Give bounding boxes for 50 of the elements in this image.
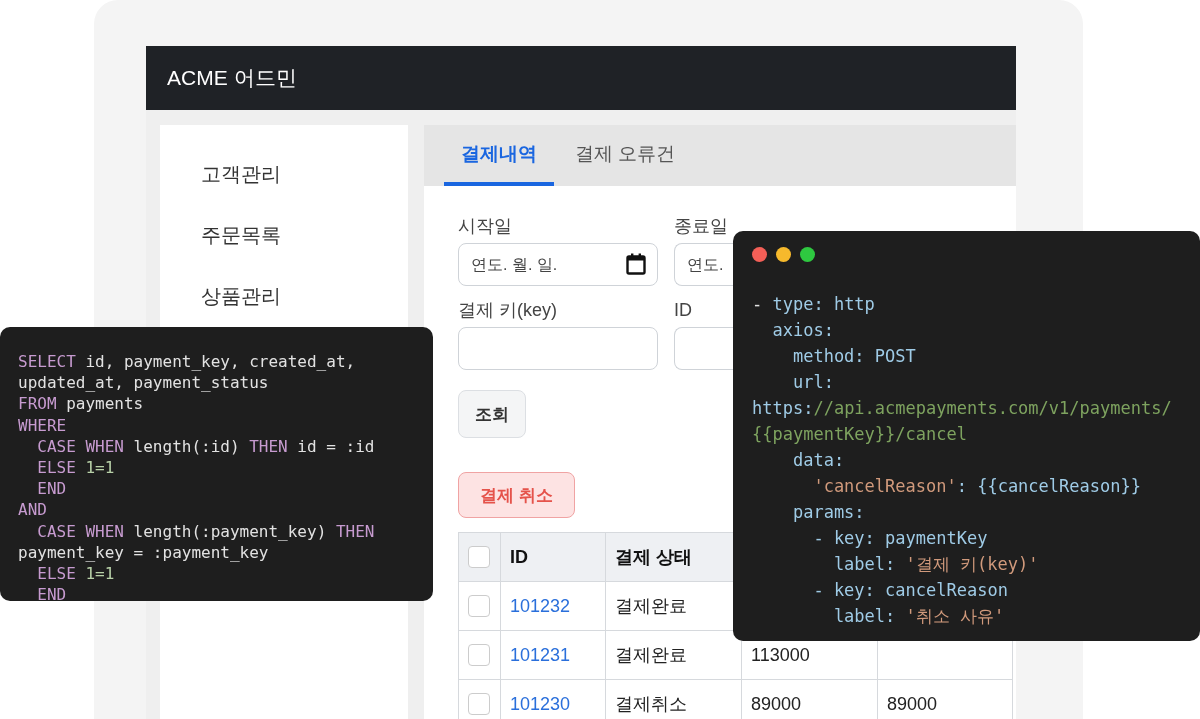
code-line: label: '결제 키(key)': [832, 553, 1040, 576]
code-line: FROM payments: [18, 393, 145, 415]
tab[interactable]: 결제내역: [444, 125, 554, 186]
date-field[interactable]: 연도.: [674, 243, 733, 286]
calendar-icon[interactable]: [626, 253, 646, 275]
code-line: params:: [791, 501, 866, 524]
code-line: CASE WHEN length(:id) THEN id = :id: [36, 435, 376, 457]
input-field[interactable]: [674, 327, 733, 370]
close-dot-icon: [752, 247, 767, 262]
cancel-payment-button[interactable]: 결제 취소: [458, 472, 575, 518]
code-line: WHERE: [18, 414, 68, 436]
code-line: 'cancelReason': {{cancelReason}}: [812, 475, 1142, 498]
sidebar-item[interactable]: 주문목록: [160, 222, 408, 249]
code-line: payment_key = :payment_key: [18, 541, 270, 563]
sidebar-item[interactable]: 고객관리: [160, 161, 408, 188]
code-line: url:: [791, 371, 835, 394]
field-label: 결제 키(key): [458, 299, 558, 322]
checkbox[interactable]: [468, 595, 490, 618]
code-line: - key: paymentKey: [812, 527, 989, 550]
code-line: SELECT id, payment_key, created_at,: [18, 351, 357, 373]
code-line: https://api.acmepayments.com/v1/payments/: [752, 397, 1173, 420]
code-line: axios:: [771, 319, 835, 342]
code-line: label: '취소 사유': [832, 605, 1006, 628]
code-line: - type: http: [752, 293, 876, 316]
code-line: ELSE 1=1: [36, 562, 116, 585]
code-line: END: [36, 584, 68, 601]
checkbox[interactable]: [468, 644, 490, 667]
code-line: {{paymentKey}}/cancel: [752, 423, 968, 446]
code-line: AND: [18, 499, 48, 521]
field-label: 종료일: [674, 215, 729, 238]
checkbox[interactable]: [468, 546, 490, 569]
minimize-dot-icon: [776, 247, 791, 262]
field-label: 시작일: [458, 215, 513, 238]
checkbox[interactable]: [468, 693, 490, 716]
maximize-dot-icon: [800, 247, 815, 262]
app-title: ACME 어드민: [167, 65, 297, 91]
search-button[interactable]: 조회: [458, 390, 526, 438]
code-line: updated_at, payment_status: [18, 372, 270, 394]
code-line: - key: cancelReason: [812, 579, 1009, 602]
date-field[interactable]: 연도. 월. 일.: [458, 243, 658, 286]
column-header: ID: [500, 532, 606, 582]
code-line: ELSE 1=1: [36, 456, 116, 479]
code-line: data:: [791, 449, 846, 472]
sidebar-item[interactable]: 상품관리: [160, 283, 408, 310]
code-line: CASE WHEN length(:payment_key) THEN: [36, 520, 376, 542]
code-line: END: [36, 478, 68, 500]
tab[interactable]: 결제 오류건: [558, 125, 693, 186]
input-field[interactable]: [458, 327, 658, 370]
code-line: method: POST: [791, 345, 917, 368]
field-label: ID: [674, 299, 693, 322]
